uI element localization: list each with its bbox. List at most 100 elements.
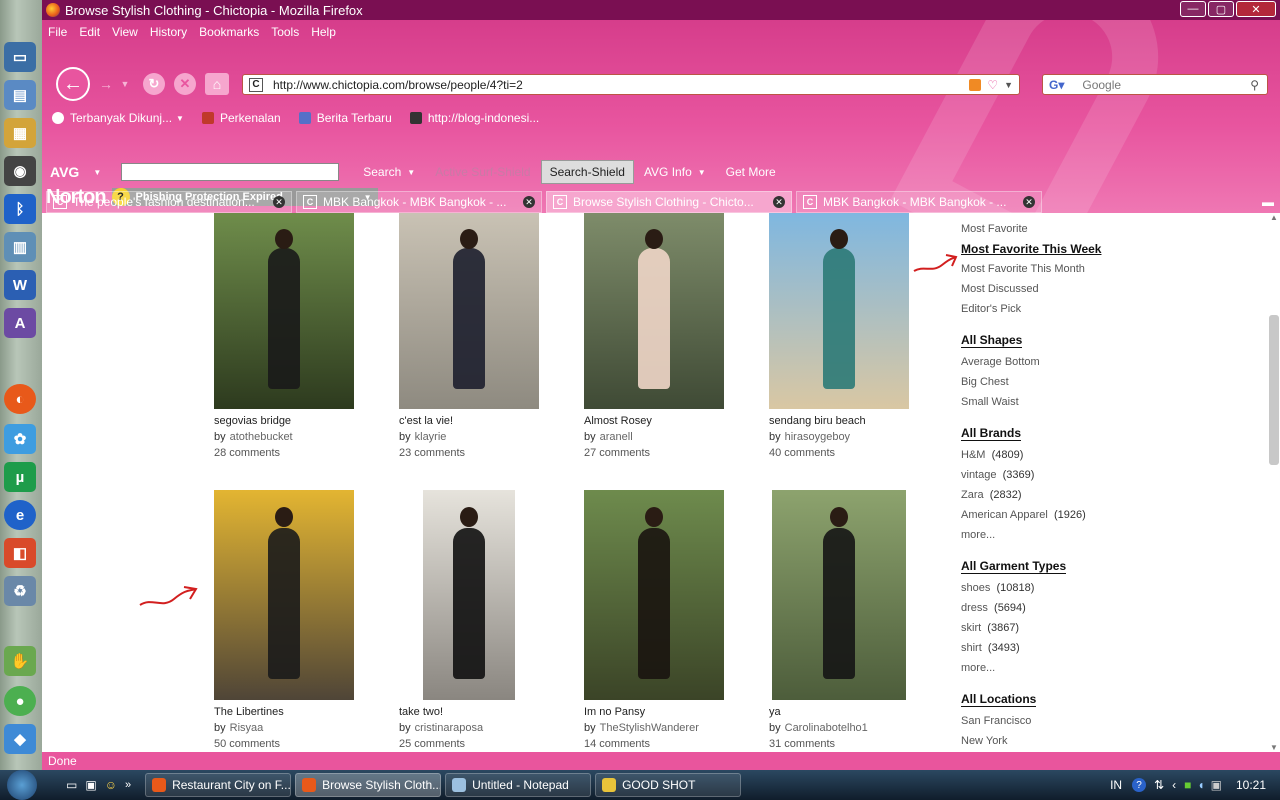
brands-header[interactable]: All Brands	[961, 426, 1022, 441]
tray-volume-icon[interactable]: ◖	[1197, 778, 1204, 792]
search-magnifier-icon[interactable]: ⚲	[1250, 78, 1259, 92]
search-box[interactable]: G▾ Google ⚲	[1042, 74, 1268, 95]
author-link[interactable]: atothebucket	[230, 431, 293, 443]
shape-big-chest[interactable]: Big Chest	[961, 374, 1161, 394]
language-indicator[interactable]: IN	[1110, 778, 1122, 792]
outfit-photo[interactable]	[769, 213, 909, 409]
tab-mbk-bangkok-2[interactable]: C MBK Bangkok - MBK Bangkok - ... ✕	[796, 191, 1042, 213]
menu-help[interactable]: Help	[311, 25, 336, 39]
tab-close-icon[interactable]: ✕	[523, 196, 535, 208]
outfit-card[interactable]: Almost Rosey by aranell 27 comments	[584, 213, 734, 463]
tab-mbk-bangkok[interactable]: C MBK Bangkok - MBK Bangkok - ... ✕	[296, 191, 542, 213]
maximize-button[interactable]: ▢	[1208, 1, 1234, 17]
quick-launch-more-icon[interactable]: »	[125, 779, 131, 791]
tray-security-icon[interactable]: ▣	[1211, 778, 1222, 792]
tray-app-icon[interactable]: ■	[1184, 778, 1191, 792]
garment-shoes[interactable]: shoes (10818)	[961, 580, 1161, 600]
outfit-card[interactable]: segovias bridge by atothebucket 28 comments	[214, 213, 364, 463]
taskbar-item-good-shot[interactable]: GOOD SHOT	[595, 773, 742, 797]
get-more-button[interactable]: Get More	[726, 165, 776, 179]
minimize-button[interactable]: —	[1180, 1, 1206, 17]
active-surf-shield-button[interactable]: Active Surf-Shield	[435, 165, 530, 179]
author-link[interactable]: Risyaa	[230, 722, 264, 734]
menu-history[interactable]: History	[150, 25, 187, 39]
tab-browse-stylish-clothing[interactable]: C Browse Stylish Clothing - Chicto... ✕	[546, 191, 792, 213]
brand-american-apparel[interactable]: American Apparel (1926)	[961, 507, 1161, 527]
outfit-title[interactable]: sendang biru beach	[769, 415, 919, 431]
bookmark-item[interactable]: Berita Terbaru	[298, 111, 392, 125]
bluetooth-icon[interactable]: ᛒ	[4, 194, 36, 224]
search-input[interactable]: Google	[1082, 78, 1121, 92]
outfit-title[interactable]: segovias bridge	[214, 415, 364, 431]
outfit-photo[interactable]	[772, 490, 906, 700]
reload-button[interactable]: ↻	[143, 73, 165, 95]
vertical-scrollbar[interactable]: ▲ ▼	[1268, 213, 1280, 752]
comment-count[interactable]: 31 comments	[769, 738, 919, 752]
author-link[interactable]: TheStylishWanderer	[600, 722, 699, 734]
outfit-card[interactable]: c'est la vie! by klayrie 23 comments	[399, 213, 549, 463]
stop-button[interactable]: ✕	[174, 73, 196, 95]
sort-most-favorite-this-month[interactable]: Most Favorite This Month	[961, 261, 1161, 281]
url-dropdown-icon[interactable]: ▼	[1004, 80, 1013, 90]
list-all-tabs-icon[interactable]: ▬	[1262, 195, 1274, 209]
computer-icon[interactable]: ▭	[4, 42, 36, 72]
bookmark-item[interactable]: Perkenalan	[201, 111, 281, 125]
quick-launch-emoticon-icon[interactable]: ☺	[105, 778, 117, 792]
utorrent-icon[interactable]: µ	[4, 462, 36, 492]
shape-small-waist[interactable]: Small Waist	[961, 394, 1161, 414]
recycle-bin-icon[interactable]: ♻	[4, 576, 36, 606]
location-san-francisco[interactable]: San Francisco	[961, 713, 1161, 733]
help-icon[interactable]: ?	[1132, 778, 1147, 792]
url-bar[interactable]: C http://www.chictopia.com/browse/people…	[242, 74, 1020, 95]
comment-count[interactable]: 23 comments	[399, 447, 549, 463]
outfit-photo[interactable]	[214, 490, 354, 700]
outfit-title[interactable]: Almost Rosey	[584, 415, 734, 431]
locations-header[interactable]: All Locations	[961, 692, 1037, 707]
scrollbar-thumb[interactable]	[1269, 315, 1279, 465]
tab-fashion-destination[interactable]: C The people's fashion destination... ✕	[46, 191, 292, 213]
outfit-title[interactable]: ya	[769, 706, 919, 722]
tab-close-icon[interactable]: ✕	[1023, 196, 1035, 208]
comment-count[interactable]: 28 comments	[214, 447, 364, 463]
taskbar-item-notepad[interactable]: Untitled - Notepad	[445, 773, 592, 797]
author-link[interactable]: cristinaraposa	[415, 722, 483, 734]
home-button[interactable]: ⌂	[205, 73, 229, 95]
tab-close-icon[interactable]: ✕	[273, 196, 285, 208]
outfit-title[interactable]: The Libertines	[214, 706, 364, 722]
avg-logo[interactable]: AVG	[50, 164, 79, 180]
menu-view[interactable]: View	[112, 25, 138, 39]
back-button[interactable]: ←	[56, 67, 90, 101]
close-button[interactable]: ✕	[1236, 1, 1276, 17]
author-link[interactable]: klayrie	[415, 431, 447, 443]
notepad-icon[interactable]: ▥	[4, 232, 36, 262]
shapes-header[interactable]: All Shapes	[961, 333, 1023, 348]
avg-info-button[interactable]: AVG Info	[644, 165, 692, 179]
office-icon[interactable]: ◧	[4, 538, 36, 568]
menu-bookmarks[interactable]: Bookmarks	[199, 25, 259, 39]
outfit-photo[interactable]	[423, 490, 515, 700]
outfit-title[interactable]: c'est la vie!	[399, 415, 549, 431]
chevron-down-icon[interactable]: ▼	[698, 168, 706, 177]
location-new-york[interactable]: New York	[961, 733, 1161, 752]
sort-most-favorite[interactable]: Most Favorite	[961, 221, 1161, 241]
sort-editors-pick[interactable]: Editor's Pick	[961, 301, 1161, 321]
avg-search-button[interactable]: Search	[363, 165, 401, 179]
sort-most-discussed[interactable]: Most Discussed	[961, 281, 1161, 301]
shape-average-bottom[interactable]: Average Bottom	[961, 354, 1161, 374]
history-dropdown-icon[interactable]: ▼	[118, 74, 132, 94]
clock[interactable]: 10:21	[1236, 778, 1266, 792]
quick-launch-window-icon[interactable]: ▣	[85, 778, 96, 792]
rss-feed-icon[interactable]	[969, 78, 982, 91]
brand-hm[interactable]: H&M (4809)	[961, 447, 1161, 467]
chevron-down-icon[interactable]: ▼	[407, 168, 415, 177]
taskbar-item-restaurant-city[interactable]: Restaurant City on F...	[145, 773, 292, 797]
menu-file[interactable]: File	[48, 25, 67, 39]
garments-more-link[interactable]: more...	[961, 660, 1161, 680]
start-button[interactable]	[0, 770, 44, 800]
comment-count[interactable]: 14 comments	[584, 738, 734, 752]
tray-network-icon[interactable]: ⇅	[1154, 778, 1164, 792]
menu-tools[interactable]: Tools	[271, 25, 299, 39]
outfit-photo[interactable]	[584, 213, 724, 409]
folder-icon[interactable]: ▦	[4, 118, 36, 148]
chevron-down-icon[interactable]: ▼	[93, 168, 101, 177]
